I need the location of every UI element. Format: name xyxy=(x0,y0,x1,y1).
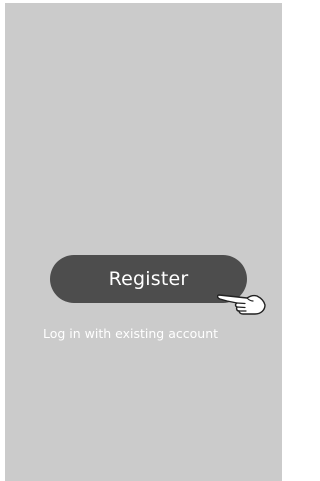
app-screen: Register Log in with existing account xyxy=(5,3,282,481)
login-existing-account-link[interactable]: Log in with existing account xyxy=(43,326,218,341)
tap-hand-icon xyxy=(217,294,266,315)
register-button-label: Register xyxy=(108,268,189,290)
